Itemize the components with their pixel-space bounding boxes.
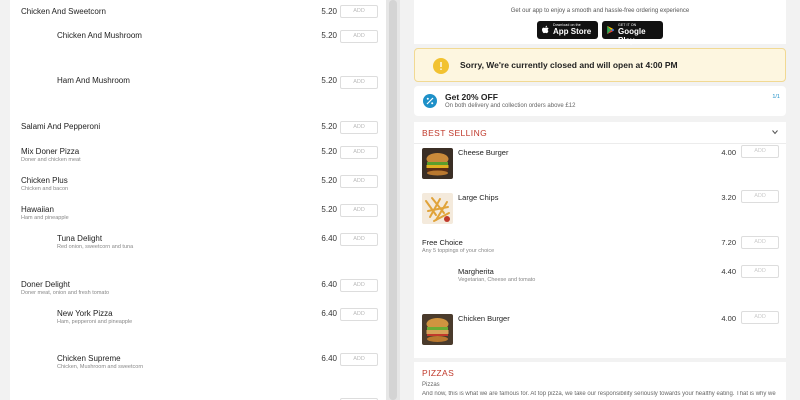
menu-item-desc: Ham and pineapple xyxy=(21,215,69,221)
add-button[interactable]: ADD xyxy=(340,30,378,43)
offer-subtitle: On both delivery and collection orders a… xyxy=(445,103,576,109)
google-play-badge[interactable]: GET IT ON Google Play xyxy=(602,21,663,45)
menu-item-name: Hawaiian xyxy=(21,205,54,214)
add-button[interactable]: ADD xyxy=(340,146,378,159)
menu-item-name: Salami And Pepperoni xyxy=(21,122,101,131)
item-desc: Vegetarian, Cheese and tomato xyxy=(458,277,536,283)
best-selling-section: BEST SELLING Cheese Burger 4.00 ADD Larg… xyxy=(414,122,786,358)
best-selling-heading[interactable]: BEST SELLING xyxy=(422,128,487,138)
menu-item-price: 5.20 xyxy=(321,31,337,40)
apple-icon xyxy=(542,25,549,34)
add-button[interactable]: ADD xyxy=(741,190,779,203)
offer-card[interactable]: Get 20% OFF On both delivery and collect… xyxy=(414,86,786,116)
item-name: Cheese Burger xyxy=(458,148,509,157)
menu-item-price: 5.20 xyxy=(321,205,337,214)
menu-item-price: 6.40 xyxy=(321,280,337,289)
app-download-banner: Get our app to enjoy a smooth and hassle… xyxy=(414,0,786,45)
menu-item-name: Ham And Mushroom xyxy=(57,76,130,85)
download-subtitle: Get our app to enjoy a smooth and hassle… xyxy=(510,8,690,14)
menu-item-desc: Red onion, sweetcorn and tuna xyxy=(57,244,134,250)
pizzas-subtitle: Pizzas xyxy=(422,382,440,388)
menu-item-desc: Ham, pepperoni and pineapple xyxy=(57,319,133,325)
menu-item-price: 6.40 xyxy=(321,234,337,243)
menu-item-desc: Chicken, Mushroom and sweetcorn xyxy=(57,364,144,370)
item-name: Chicken Burger xyxy=(458,314,510,323)
add-button[interactable]: ADD xyxy=(741,236,779,249)
discount-icon xyxy=(423,94,437,108)
menu-item-price: 5.20 xyxy=(321,122,337,131)
menu-item-price: 5.20 xyxy=(321,176,337,185)
add-button[interactable]: ADD xyxy=(340,175,378,188)
add-button[interactable]: ADD xyxy=(340,76,378,89)
divider xyxy=(414,143,786,144)
menu-item-price: 5.20 xyxy=(321,147,337,156)
right-panel: Get our app to enjoy a smooth and hassle… xyxy=(414,0,786,400)
item-desc: Any 5 toppings of your choice xyxy=(422,248,495,254)
add-button[interactable]: ADD xyxy=(741,311,779,324)
offer-title: Get 20% OFF xyxy=(445,92,498,102)
menu-item-price: 5.20 xyxy=(321,7,337,16)
pizzas-heading[interactable]: PIZZAS xyxy=(422,368,454,378)
menu-item-desc: Doner and chicken meat xyxy=(21,157,81,163)
menu-item-name: Chicken Supreme xyxy=(57,354,121,363)
item-price: 4.40 xyxy=(721,267,736,276)
scrollbar-thumb[interactable] xyxy=(389,0,397,400)
add-button[interactable]: ADD xyxy=(340,308,378,321)
add-button[interactable]: ADD xyxy=(340,233,378,246)
item-name: Margherita xyxy=(458,267,494,276)
menu-item-name: Chicken Plus xyxy=(21,176,68,185)
chevron-down-icon[interactable] xyxy=(772,129,778,135)
add-button[interactable]: ADD xyxy=(340,5,378,18)
app-store-badge[interactable]: Download on the App Store xyxy=(537,21,598,39)
item-price: 4.00 xyxy=(721,148,736,157)
item-price: 3.20 xyxy=(721,193,736,202)
menu-list: Chicken And Sweetcorn 5.20 ADD Chicken A… xyxy=(10,0,386,400)
closed-notice-text: Sorry, We're currently closed and will o… xyxy=(460,60,678,70)
burger-image xyxy=(422,148,453,179)
pizzas-description: And now, this is what we are famous for.… xyxy=(422,391,776,397)
add-button[interactable]: ADD xyxy=(741,145,779,158)
offer-pager: 1/1 xyxy=(772,94,780,100)
menu-item-price: 6.40 xyxy=(321,354,337,363)
item-name: Free Choice xyxy=(422,238,463,247)
app-store-large: App Store xyxy=(553,27,592,36)
add-button[interactable]: ADD xyxy=(340,204,378,217)
menu-item-name: Chicken And Mushroom xyxy=(57,31,142,40)
add-button[interactable]: ADD xyxy=(741,265,779,278)
menu-item-name: Mix Doner Pizza xyxy=(21,147,80,156)
info-icon xyxy=(433,58,449,74)
menu-item-desc: Chicken and bacon xyxy=(21,186,69,192)
menu-item-price: 6.40 xyxy=(321,309,337,318)
menu-item-name: New York Pizza xyxy=(57,309,113,318)
add-button[interactable]: ADD xyxy=(340,353,378,366)
menu-item-name: Tuna Delight xyxy=(57,234,103,243)
item-name: Large Chips xyxy=(458,193,499,202)
add-button[interactable]: ADD xyxy=(340,121,378,134)
add-button[interactable]: ADD xyxy=(340,279,378,292)
pizzas-section: PIZZAS Pizzas And now, this is what we a… xyxy=(414,362,786,400)
menu-item-price: 5.20 xyxy=(321,76,337,85)
chips-image xyxy=(422,193,453,224)
scrollbar[interactable] xyxy=(386,0,400,400)
menu-item-name: Doner Delight xyxy=(21,280,70,289)
google-play-icon xyxy=(607,25,615,35)
item-price: 7.20 xyxy=(721,238,736,247)
menu-item-name: Chicken And Sweetcorn xyxy=(21,7,106,16)
burger-image xyxy=(422,314,453,345)
item-price: 4.00 xyxy=(721,314,736,323)
menu-item-desc: Doner meat, onion and fresh tomato xyxy=(21,290,110,296)
closed-notice: Sorry, We're currently closed and will o… xyxy=(414,48,786,82)
google-play-large: Google Play xyxy=(618,27,646,45)
